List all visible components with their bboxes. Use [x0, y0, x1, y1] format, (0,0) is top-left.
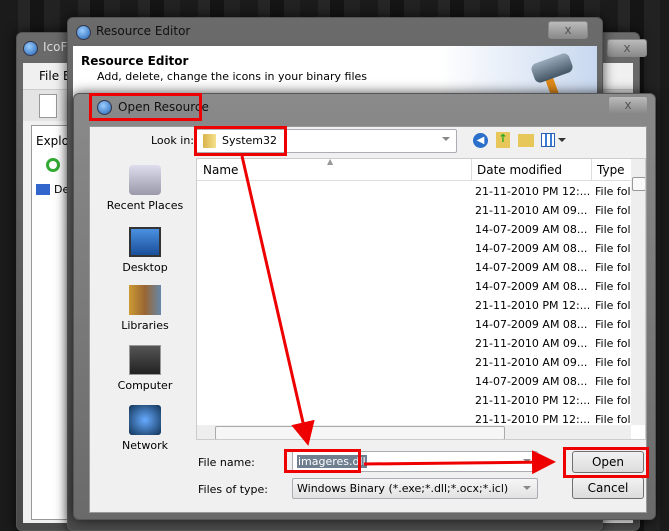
annotation-arrows [240, 155, 556, 475]
arrow-to-open-button [363, 450, 556, 475]
arrow-to-file-name [240, 155, 315, 446]
